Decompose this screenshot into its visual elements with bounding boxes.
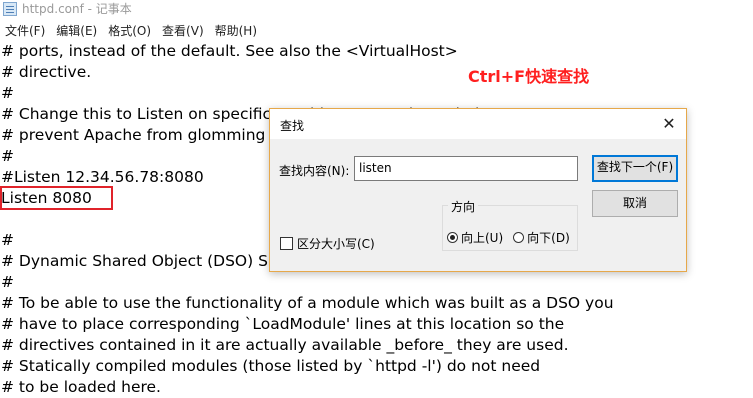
direction-label: 方向 (448, 198, 479, 215)
editor-line: # (1, 147, 14, 165)
match-case-option[interactable]: 区分大小写(C) (280, 235, 375, 252)
find-dialog: 查找 ✕ 查找内容(N): listen 查找下一个(F) 取消 方向 向上(U… (269, 108, 687, 272)
notepad-icon (3, 2, 17, 16)
cancel-button[interactable]: 取消 (592, 190, 678, 217)
editor-line: # Statically compiled modules (those lis… (1, 357, 541, 375)
direction-up-label[interactable]: 向上(U) (461, 229, 503, 246)
editor-line: # to be loaded here. (1, 378, 161, 396)
editor-line: # directive. (1, 63, 92, 81)
find-next-button[interactable]: 查找下一个(F) (592, 155, 678, 182)
editor-line: #Listen 12.34.56.78:8080 (1, 168, 204, 186)
menu-help[interactable]: 帮助(H) (210, 21, 263, 41)
menu-bar: 文件(F) 编辑(E) 格式(O) 查看(V) 帮助(H) (0, 21, 753, 41)
menu-view[interactable]: 查看(V) (157, 21, 210, 41)
ctrl-f-annotation: Ctrl+F快速查找 (468, 67, 590, 86)
direction-down-radio[interactable] (513, 232, 525, 243)
listen-highlight-box (0, 186, 113, 210)
window-title: httpd.conf - 记事本 (22, 2, 132, 16)
find-dialog-body: 查找内容(N): listen 查找下一个(F) 取消 方向 向上(U) 向下(… (270, 139, 686, 271)
find-what-input[interactable]: listen (354, 156, 578, 181)
editor-line: # have to place corresponding `LoadModul… (1, 315, 565, 333)
find-dialog-title: 查找 (280, 119, 305, 133)
direction-options: 向上(U) 向下(D) (447, 229, 580, 246)
editor-line: # ports, instead of the default. See als… (1, 42, 458, 60)
direction-up-radio[interactable] (447, 232, 458, 243)
direction-down-label[interactable]: 向下(D) (527, 229, 570, 246)
find-dialog-titlebar[interactable]: 查找 ✕ (270, 109, 686, 139)
close-icon[interactable]: ✕ (658, 113, 680, 135)
editor-line: # (1, 84, 14, 102)
match-case-checkbox[interactable] (280, 237, 293, 250)
match-case-label[interactable]: 区分大小写(C) (297, 235, 375, 252)
find-what-label: 查找内容(N): (279, 164, 350, 178)
menu-format[interactable]: 格式(O) (103, 21, 157, 41)
editor-line: # (1, 273, 14, 291)
window-titlebar: httpd.conf - 记事本 (0, 0, 753, 20)
editor-line: # (1, 231, 14, 249)
editor-line: # directives contained in it are actuall… (1, 336, 569, 354)
menu-file[interactable]: 文件(F) (0, 21, 51, 41)
menu-edit[interactable]: 编辑(E) (51, 21, 103, 41)
editor-line: # To be able to use the functionality of… (1, 294, 614, 312)
